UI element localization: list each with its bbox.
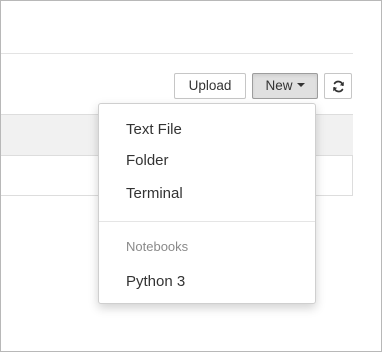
- top-divider: [1, 53, 353, 54]
- caret-down-icon: [296, 83, 305, 88]
- menu-item-text-file[interactable]: Text File: [99, 118, 315, 142]
- menu-section-header-notebooks: Notebooks: [126, 239, 189, 254]
- upload-button[interactable]: Upload: [174, 73, 246, 99]
- new-dropdown-menu: Text File Folder Terminal Notebooks Pyth…: [98, 103, 316, 304]
- menu-item-folder[interactable]: Folder: [99, 149, 315, 173]
- menu-item-label: Folder: [126, 152, 169, 169]
- upload-button-label: Upload: [188, 78, 232, 93]
- menu-item-terminal[interactable]: Terminal: [99, 182, 315, 206]
- menu-item-python-3[interactable]: Python 3: [99, 270, 315, 294]
- menu-item-label: Python 3: [126, 273, 186, 290]
- refresh-icon: [333, 80, 344, 93]
- refresh-button[interactable]: [324, 73, 352, 99]
- new-button-label: New: [265, 78, 293, 93]
- menu-divider: [99, 221, 315, 222]
- menu-item-label: Text File: [126, 121, 182, 138]
- menu-item-label: Terminal: [126, 185, 183, 202]
- new-button[interactable]: New: [252, 73, 318, 99]
- file-browser-panel: Upload New Text File Folder Terminal Not…: [0, 0, 382, 352]
